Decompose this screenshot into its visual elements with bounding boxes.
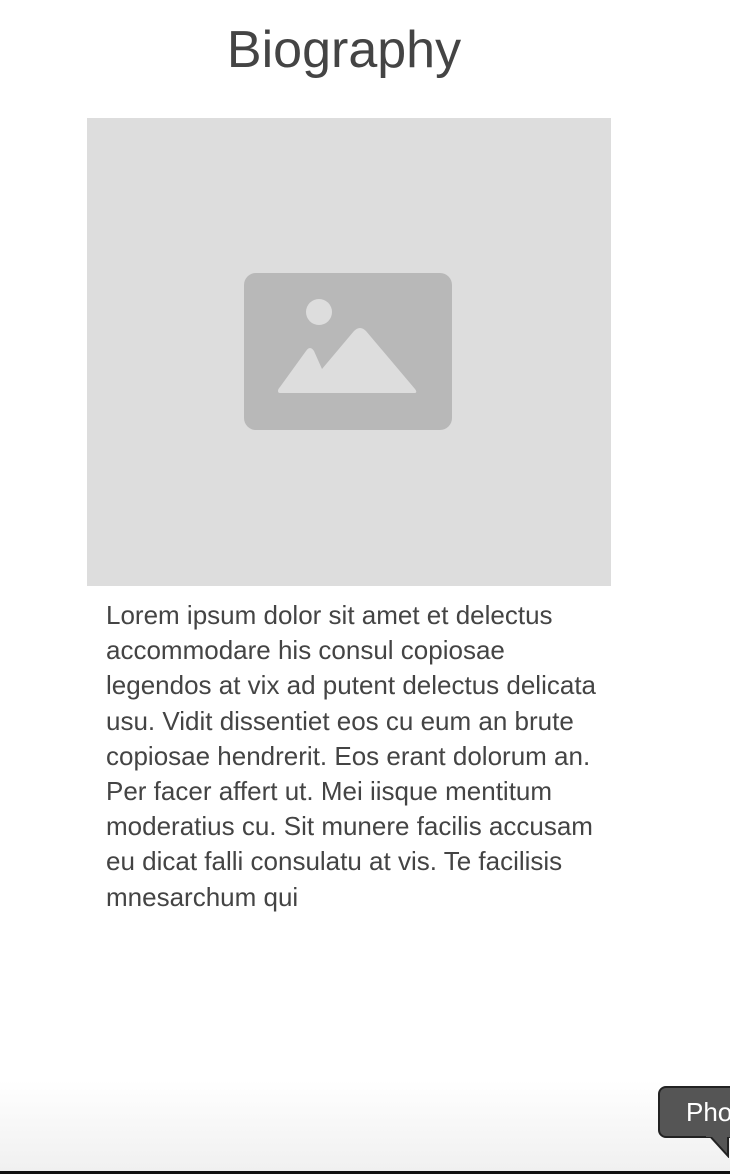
image-icon xyxy=(244,273,452,430)
bottom-shade xyxy=(0,1080,730,1172)
photo-tooltip-button[interactable]: Pho xyxy=(658,1086,730,1138)
bio-text: Lorem ipsum dolor sit amet et delectus a… xyxy=(106,600,597,912)
tooltip-tail xyxy=(706,1134,730,1158)
page-title: Biography xyxy=(226,21,462,79)
photo-placeholder xyxy=(87,118,611,586)
